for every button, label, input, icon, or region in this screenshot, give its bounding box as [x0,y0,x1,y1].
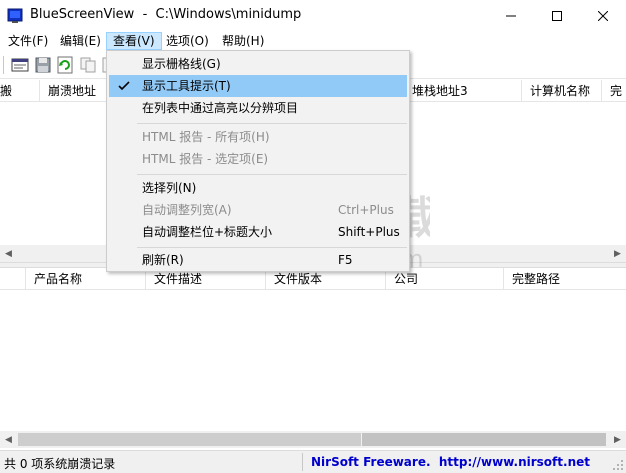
column-header[interactable] [0,268,26,290]
nirsoft-link[interactable]: NirSoft Freeware. http://www.nirsoft.net [311,455,590,469]
menu-item-show-gridlines[interactable]: 显示栅格线(G) [109,53,407,75]
menu-item-label: 在列表中通过高亮以分辨项目 [142,101,299,115]
menu-item-html-report-selected[interactable]: HTML 报告 - 选定项(E) [109,148,407,170]
menu-bar: 文件(F) 编辑(E) 查看(V) 选项(O) 帮助(H) [0,31,626,51]
status-record-count: 共 0 项系统崩溃记录 [4,457,116,471]
menu-item-shortcut: Ctrl+Plus [338,203,394,217]
menu-item-label: 刷新(R) [142,253,184,267]
menu-item-label: 显示工具提示(T) [142,79,231,93]
copy-icon[interactable] [79,56,97,74]
scroll-thumb[interactable] [362,433,606,446]
close-button[interactable] [580,0,626,31]
status-bar: 共 0 项系统崩溃记录 NirSoft Freeware. http://www… [0,450,626,473]
column-header-stack-address-3[interactable]: 堆栈地址3 [404,80,522,102]
menu-item-label: HTML 报告 - 选定项(E) [142,152,269,166]
minimize-button[interactable] [488,0,534,31]
menu-file[interactable]: 文件(F) [2,32,54,50]
window-title: BlueScreenView - C:\Windows\minidump [30,7,302,22]
save-icon[interactable] [34,56,52,74]
menu-item-label: HTML 报告 - 所有项(H) [142,130,270,144]
menu-item-label: 显示栅格线(G) [142,57,221,71]
menu-help[interactable]: 帮助(H) [216,32,270,50]
title-bar: BlueScreenView - C:\Windows\minidump [0,0,626,31]
scroll-track[interactable] [18,433,361,446]
menu-item-html-report-all[interactable]: HTML 报告 - 所有项(H) [109,126,407,148]
column-header[interactable]: 搬 [0,80,40,102]
module-list[interactable]: 产品名称 文件描述 文件版本 公司 完整路径 ◀ ▶ [0,268,626,450]
menu-item-shortcut: F5 [338,253,353,267]
minimize-icon [506,15,516,16]
menu-item-choose-columns[interactable]: 选择列(N) [109,177,407,199]
bottom-horizontal-scrollbar[interactable]: ◀ ▶ [0,431,626,448]
scroll-right-icon[interactable]: ▶ [609,245,626,262]
menu-edit[interactable]: 编辑(E) [54,32,107,50]
scroll-right-icon[interactable]: ▶ [609,431,626,448]
menu-separator [137,247,407,248]
maximize-icon [552,10,562,21]
maximize-button[interactable] [534,0,580,31]
properties-icon[interactable] [11,56,29,74]
column-header-computer-name[interactable]: 计算机名称 [522,80,602,102]
menu-item-refresh[interactable]: 刷新(R) F5 [109,249,407,271]
refresh-icon[interactable] [56,56,74,74]
menu-item-label: 自动调整栏位+标题大小 [142,225,273,239]
menu-item-show-tooltips[interactable]: 显示工具提示(T) [109,75,407,97]
close-icon [598,10,608,21]
menu-view[interactable]: 查看(V) [106,32,162,50]
menu-item-highlight-items[interactable]: 在列表中通过高亮以分辨项目 [109,97,407,119]
scroll-left-icon[interactable]: ◀ [0,245,17,262]
menu-item-label: 自动调整列宽(A) [142,203,232,217]
bluescreen-app-icon [7,8,23,23]
column-header-full[interactable]: 完 [602,80,626,102]
status-divider [302,453,303,471]
column-header-full-path[interactable]: 完整路径 [504,268,626,290]
menu-options[interactable]: 选项(O) [160,32,215,50]
menu-separator [137,123,407,124]
resize-grip-icon[interactable] [612,459,624,471]
toolbar-separator [3,56,5,74]
menu-item-auto-size-columns[interactable]: 自动调整列宽(A) Ctrl+Plus [109,199,407,221]
checkmark-icon [118,81,130,91]
scroll-left-icon[interactable]: ◀ [0,431,17,448]
menu-item-auto-size-columns-headers[interactable]: 自动调整栏位+标题大小 Shift+Plus [109,221,407,243]
menu-separator [137,174,407,175]
menu-item-shortcut: Shift+Plus [338,225,400,239]
view-menu-dropdown: 显示栅格线(G) 显示工具提示(T) 在列表中通过高亮以分辨项目 HTML 报告… [106,50,410,272]
menu-item-label: 选择列(N) [142,181,197,195]
